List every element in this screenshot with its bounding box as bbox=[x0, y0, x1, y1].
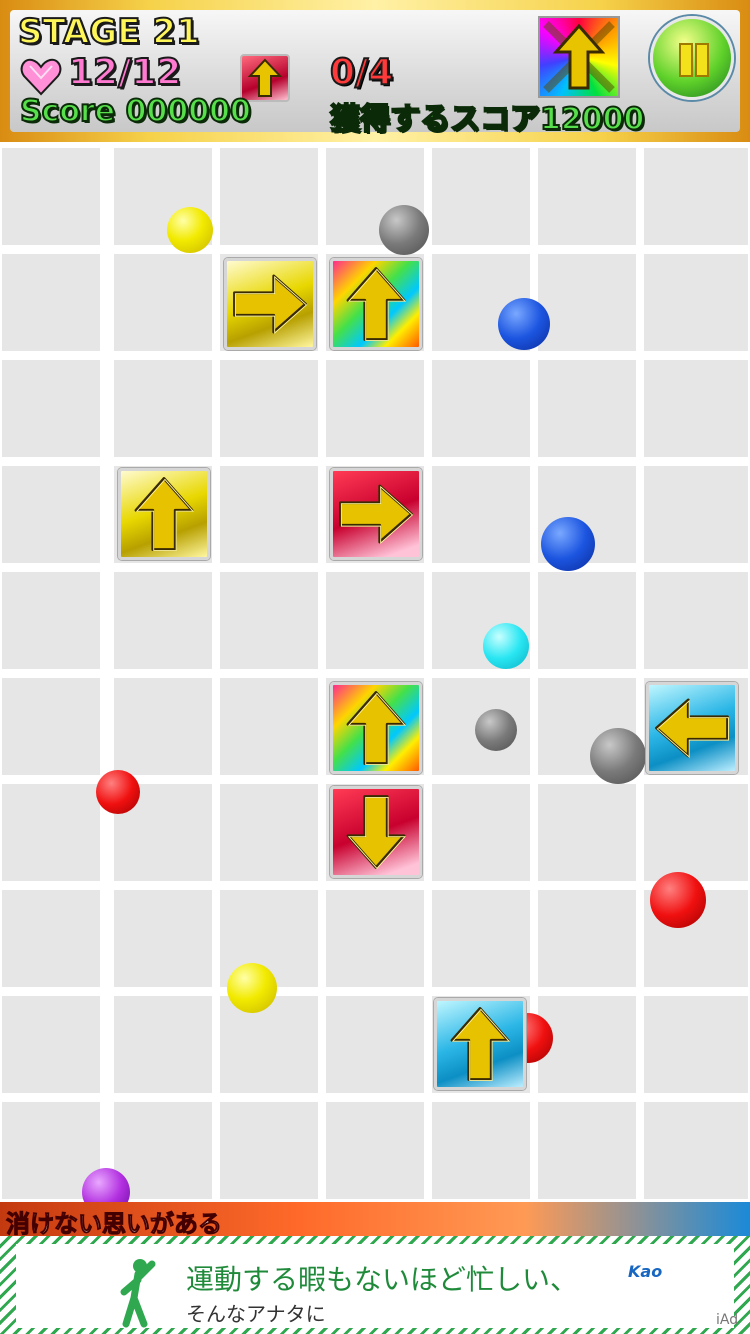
board-cell[interactable] bbox=[432, 466, 530, 563]
pause-button[interactable] bbox=[650, 16, 734, 100]
tile-red-down[interactable] bbox=[330, 786, 422, 878]
tile-cyan-left[interactable] bbox=[646, 682, 738, 774]
board-cell[interactable] bbox=[220, 1102, 318, 1199]
board-cell[interactable] bbox=[114, 254, 212, 351]
board-cell[interactable] bbox=[114, 678, 212, 775]
board-cell[interactable] bbox=[644, 254, 748, 351]
board-cell[interactable] bbox=[644, 466, 748, 563]
board-cell[interactable] bbox=[644, 572, 748, 669]
tile-yellow-right[interactable] bbox=[224, 258, 316, 350]
board-cell[interactable] bbox=[326, 1102, 424, 1199]
board-cell[interactable] bbox=[2, 148, 100, 245]
tile-rainbow-up-middle[interactable] bbox=[330, 682, 422, 774]
board-cell[interactable] bbox=[114, 890, 212, 987]
yellow-ball bbox=[167, 207, 213, 253]
board-cell[interactable] bbox=[432, 784, 530, 881]
board-cell[interactable] bbox=[644, 1102, 748, 1199]
board-cell[interactable] bbox=[432, 360, 530, 457]
board-cell[interactable] bbox=[538, 254, 636, 351]
arrow-down-icon bbox=[346, 795, 407, 870]
goal-counter: 0/4 bbox=[329, 51, 394, 94]
board-cell[interactable] bbox=[644, 148, 748, 245]
tile-yellow-up[interactable] bbox=[118, 468, 210, 560]
board-cell[interactable] bbox=[220, 784, 318, 881]
board-cell[interactable] bbox=[326, 996, 424, 1093]
gray-ball bbox=[475, 709, 517, 751]
running-person-icon bbox=[120, 1259, 156, 1328]
ad-headline: 運動する暇もないほど忙しい、 bbox=[186, 1263, 579, 1296]
ad-strip-text: 消けない思いがある bbox=[6, 1210, 223, 1237]
score-display: Score 000000 bbox=[19, 93, 252, 130]
board-cell[interactable] bbox=[2, 890, 100, 987]
board-cell[interactable] bbox=[2, 784, 100, 881]
board-cell[interactable] bbox=[326, 572, 424, 669]
iad-tag: iAd bbox=[716, 1312, 739, 1328]
board-cell[interactable] bbox=[2, 360, 100, 457]
gray-ball bbox=[379, 205, 429, 255]
board-cell[interactable] bbox=[2, 996, 100, 1093]
heart-icon bbox=[20, 58, 62, 96]
board-cell[interactable] bbox=[114, 572, 212, 669]
game-hud: STAGE 21 12/12 0/4 Score 000000 獲得するスコア1… bbox=[0, 0, 750, 142]
board-cell[interactable] bbox=[432, 148, 530, 245]
board-cell[interactable] bbox=[538, 148, 636, 245]
arrow-up-icon bbox=[450, 1007, 511, 1081]
pause-bar-left-icon bbox=[679, 43, 693, 77]
arrow-up-icon bbox=[134, 477, 195, 551]
board-cell[interactable] bbox=[326, 360, 424, 457]
board-cell[interactable] bbox=[220, 360, 318, 457]
board-cell[interactable] bbox=[220, 466, 318, 563]
board-cell[interactable] bbox=[2, 678, 100, 775]
ad-banner-strip[interactable]: 消けない思いがある bbox=[0, 1202, 750, 1236]
arrow-right-icon bbox=[233, 274, 308, 335]
ad-banner[interactable]: 運動する暇もないほど忙しい、 そんなアナタに Kao bbox=[0, 1236, 750, 1334]
lives-counter: 12/12 bbox=[67, 51, 182, 94]
next-tile-preview[interactable] bbox=[538, 16, 620, 98]
board-cell[interactable] bbox=[2, 254, 100, 351]
tile-cyan-up[interactable] bbox=[434, 998, 526, 1090]
ad-content[interactable]: 運動する暇もないほど忙しい、 そんなアナタに Kao bbox=[16, 1244, 734, 1328]
board-cell[interactable] bbox=[538, 572, 636, 669]
board-cell[interactable] bbox=[538, 360, 636, 457]
board-cell[interactable] bbox=[538, 784, 636, 881]
pause-bar-right-icon bbox=[695, 43, 709, 77]
board-cell[interactable] bbox=[114, 996, 212, 1093]
arrow-right-icon bbox=[339, 484, 414, 545]
board-cell[interactable] bbox=[432, 890, 530, 987]
red-ball bbox=[650, 872, 706, 928]
gray-ball bbox=[590, 728, 646, 784]
ad-subline: そんなアナタに bbox=[186, 1302, 326, 1326]
board-cell[interactable] bbox=[538, 1102, 636, 1199]
cyan-ball bbox=[483, 623, 529, 669]
board-cell[interactable] bbox=[644, 996, 748, 1093]
yellow-ball bbox=[227, 963, 277, 1013]
game-board[interactable] bbox=[0, 142, 750, 1202]
blue-ball bbox=[541, 517, 595, 571]
board-cell[interactable] bbox=[220, 678, 318, 775]
arrow-left-icon bbox=[655, 698, 729, 759]
board-cell[interactable] bbox=[432, 1102, 530, 1199]
board-cell[interactable] bbox=[2, 572, 100, 669]
red-ball bbox=[96, 770, 140, 814]
board-cell[interactable] bbox=[114, 360, 212, 457]
blue-ball bbox=[498, 298, 550, 350]
tile-red-right[interactable] bbox=[330, 468, 422, 560]
board-cell[interactable] bbox=[538, 890, 636, 987]
board-cell[interactable] bbox=[644, 360, 748, 457]
board-cell[interactable] bbox=[644, 784, 748, 881]
board-cell[interactable] bbox=[2, 466, 100, 563]
board-cell[interactable] bbox=[220, 148, 318, 245]
board-cell[interactable] bbox=[326, 890, 424, 987]
tile-rainbow-up-top[interactable] bbox=[330, 258, 422, 350]
next-arrow-icon bbox=[543, 21, 615, 93]
board-cell[interactable] bbox=[538, 996, 636, 1093]
ad-brand-logo: Kao bbox=[628, 1262, 663, 1281]
arrow-up-icon bbox=[346, 267, 407, 341]
stage-label: STAGE 21 bbox=[17, 11, 201, 53]
target-score: 獲得するスコア12000 bbox=[329, 101, 645, 138]
board-cell[interactable] bbox=[220, 572, 318, 669]
board-cell[interactable] bbox=[220, 996, 318, 1093]
arrow-up-icon bbox=[346, 691, 407, 765]
